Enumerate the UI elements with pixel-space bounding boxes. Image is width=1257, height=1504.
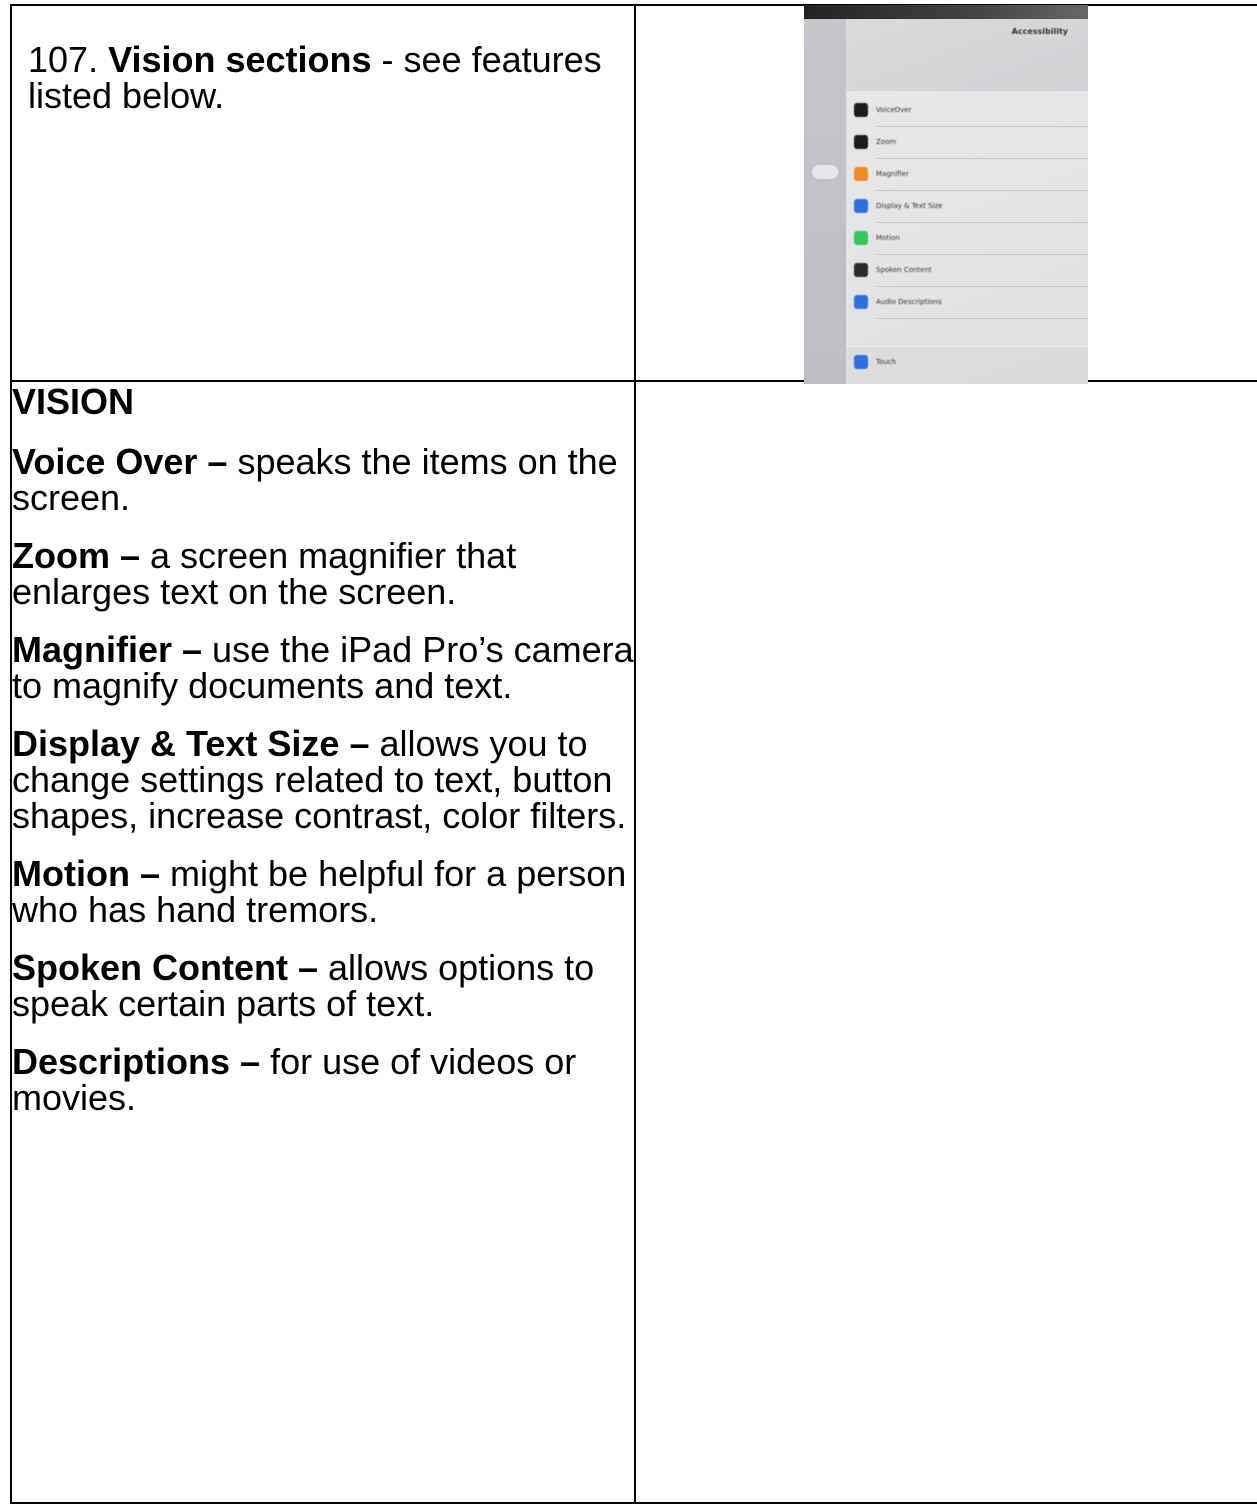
empty-cell (634, 380, 1257, 1504)
photo-item-label: Magnifier (876, 170, 909, 178)
photo-separator (876, 126, 1088, 127)
voiceover-icon (854, 103, 868, 117)
photo-list-item: Touch (854, 353, 896, 371)
touch-icon (854, 355, 868, 369)
vision-cell: VISION Voice Over – speaks the items on … (10, 380, 636, 1504)
feature-item: Descriptions – for use of videos or movi… (12, 1044, 634, 1116)
photo-separator (876, 158, 1088, 159)
photo-list-item: VoiceOver (854, 101, 911, 119)
zoom-icon (854, 135, 868, 149)
photo-list-item: Display & Text Size (854, 197, 942, 215)
photo-item-label: VoiceOver (876, 106, 912, 114)
photo-item-label: Spoken Content (876, 266, 932, 274)
feature-name: Voice Over – (12, 441, 228, 482)
photo-toggle (812, 165, 838, 179)
intro-number: 107. (28, 39, 99, 80)
ipad-accessibility-photo: Accessibility VoiceOver Zoom Magnifier Disp… (804, 5, 1088, 384)
photo-item-label: Display & Text Size (876, 202, 943, 210)
intro-text: 107. Vision sections - see features list… (12, 6, 634, 114)
feature-item: Voice Over – speaks the items on the scr… (12, 444, 634, 516)
photo-item-label: Audio Descriptions (876, 298, 942, 306)
vision-heading: VISION (12, 381, 135, 422)
intro-cell: 107. Vision sections - see features list… (10, 4, 636, 382)
feature-item: Display & Text Size – allows you to chan… (12, 726, 634, 834)
photo-item-label: Zoom (876, 138, 897, 146)
photo-list-item: Motion (854, 229, 900, 247)
motion-icon (854, 231, 868, 245)
feature-name: Motion – (12, 853, 160, 894)
photo-separator (876, 318, 1088, 319)
feature-list: Voice Over – speaks the items on the scr… (12, 444, 634, 1116)
feature-name: Spoken Content – (12, 947, 319, 988)
photo-list-item: Audio Descriptions (854, 293, 942, 311)
photo-list-item: Spoken Content (854, 261, 932, 279)
photo-separator (876, 190, 1088, 191)
feature-item: Motion – might be helpful for a person w… (12, 856, 634, 928)
photo-list-item: Magnifier (854, 165, 909, 183)
feature-name: Descriptions – (12, 1041, 261, 1082)
audio-descriptions-icon (854, 295, 868, 309)
photo-pane-title: Accessibility (1011, 27, 1068, 36)
table-row: VISION Voice Over – speaks the items on … (10, 380, 1257, 1504)
intro-bold: Vision sections (108, 39, 372, 80)
photo-item-label: Motion (876, 234, 900, 242)
feature-item: Spoken Content – allows options to speak… (12, 950, 634, 1022)
feature-name: Zoom – (12, 535, 141, 576)
photo-item-label: Touch (876, 358, 897, 366)
feature-name: Magnifier – (12, 629, 203, 670)
feature-item: Zoom – a screen magnifier that enlarges … (12, 538, 634, 610)
photo-left-pane (804, 19, 846, 384)
spoken-content-icon (854, 263, 868, 277)
photo-separator (876, 254, 1088, 255)
feature-item: Magnifier – use the iPad Pro’s camera to… (12, 632, 634, 704)
feature-name: Display & Text Size – (12, 723, 370, 764)
photo-top-edge (804, 5, 1088, 19)
display-text-icon (854, 199, 868, 213)
photo-separator (876, 286, 1088, 287)
photo-list-item: Zoom (854, 133, 896, 151)
photo-separator (876, 222, 1088, 223)
magnifier-icon (854, 167, 868, 181)
